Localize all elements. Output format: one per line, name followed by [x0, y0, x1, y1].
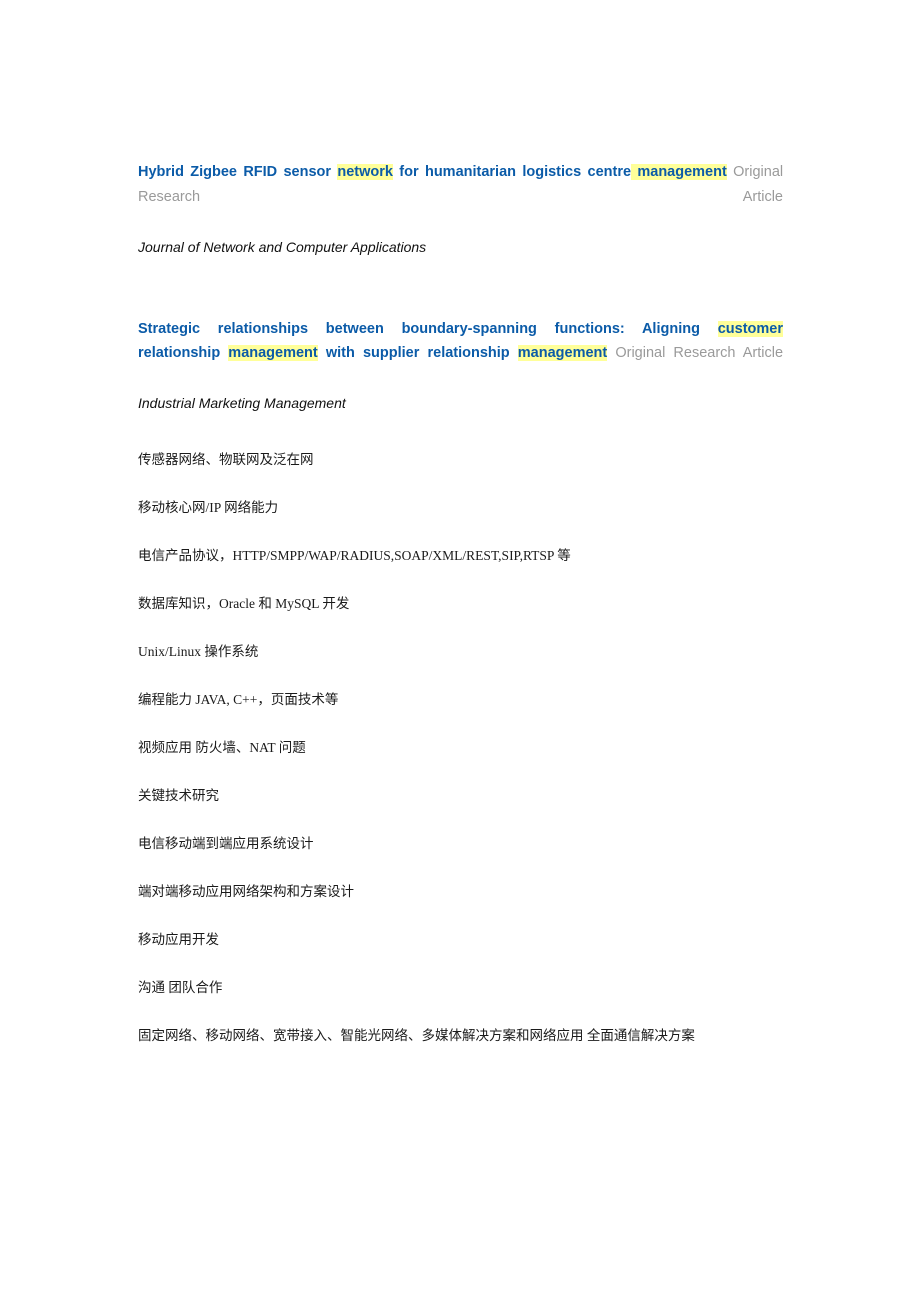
skill-line: 电信产品协议，HTTP/SMPP/WAP/RADIUS,SOAP/XML/RES… [138, 548, 571, 563]
skill-line: 数据库知识，Oracle 和 MySQL 开发 [138, 596, 350, 611]
title-segment: for [399, 164, 419, 180]
search-term-highlight: customer [717, 320, 783, 337]
title-segment: centre [587, 164, 632, 180]
skill-line: 关键技术研究 [138, 788, 219, 803]
title-segment: sensor [283, 164, 332, 180]
skill-line: 移动应用开发 [138, 932, 219, 947]
skill-line: 电信移动端到端应用系统设计 [138, 836, 314, 851]
reference-entry: Strategic relationships between boundary… [138, 317, 783, 416]
journal-name: Journal of Network and Computer Applicat… [138, 238, 427, 255]
document-page: Hybrid Zigbee RFID sensor network for hu… [0, 0, 920, 1302]
reference-title-link[interactable]: Hybrid Zigbee RFID sensor network for hu… [138, 160, 783, 234]
title-segment: Hybrid [138, 164, 184, 180]
skill-line: 移动核心网/IP 网络能力 [138, 500, 279, 515]
title-segment: humanitarian [424, 164, 517, 180]
search-term-highlight: management [228, 345, 318, 361]
title-segment: RFID [243, 164, 278, 180]
search-term-highlight: management [517, 345, 608, 361]
title-segment: relationship [427, 345, 510, 361]
reference-title-link[interactable]: Strategic relationships between boundary… [138, 317, 783, 391]
title-segment: Strategic relationships between boundary… [138, 320, 700, 337]
skill-line: 传感器网络、物联网及泛在网 [138, 452, 314, 467]
skill-line: 编程能力 JAVA, C++，页面技术等 [138, 692, 339, 707]
reference-entry: Hybrid Zigbee RFID sensor network for hu… [138, 160, 783, 259]
reference-title-text[interactable]: Hybrid Zigbee RFID sensor network for hu… [138, 164, 733, 180]
title-segment [510, 345, 518, 361]
title-segment [700, 321, 718, 337]
skill-line: 视频应用 防火墙、NAT 问题 [138, 740, 306, 755]
article-type-label: Original Research Article [615, 345, 784, 361]
skill-line: 端对端移动应用网络架构和方案设计 [138, 884, 354, 899]
title-segment: relationship [138, 345, 221, 361]
skill-line: Unix/Linux 操作系统 [138, 644, 259, 659]
skill-line: 固定网络、移动网络、宽带接入、智能光网络、多媒体解决方案和网络应用 全面通信解决… [138, 1028, 695, 1043]
title-segment: logistics [522, 164, 582, 180]
journal-name: Industrial Marketing Management [138, 395, 346, 411]
search-term-highlight: management [637, 164, 727, 180]
search-term-highlight: network [337, 164, 393, 180]
skill-line: 沟通 团队合作 [138, 980, 223, 995]
reference-list: Hybrid Zigbee RFID sensor network for hu… [138, 160, 783, 415]
title-segment: with [325, 345, 355, 361]
title-segment: Zigbee [190, 164, 237, 180]
skills-list: 传感器网络、物联网及泛在网 移动核心网/IP 网络能力电信产品协议，HTTP/SM… [138, 450, 838, 1046]
title-segment [355, 345, 363, 361]
title-segment [318, 345, 326, 361]
title-segment: supplier [362, 345, 420, 361]
